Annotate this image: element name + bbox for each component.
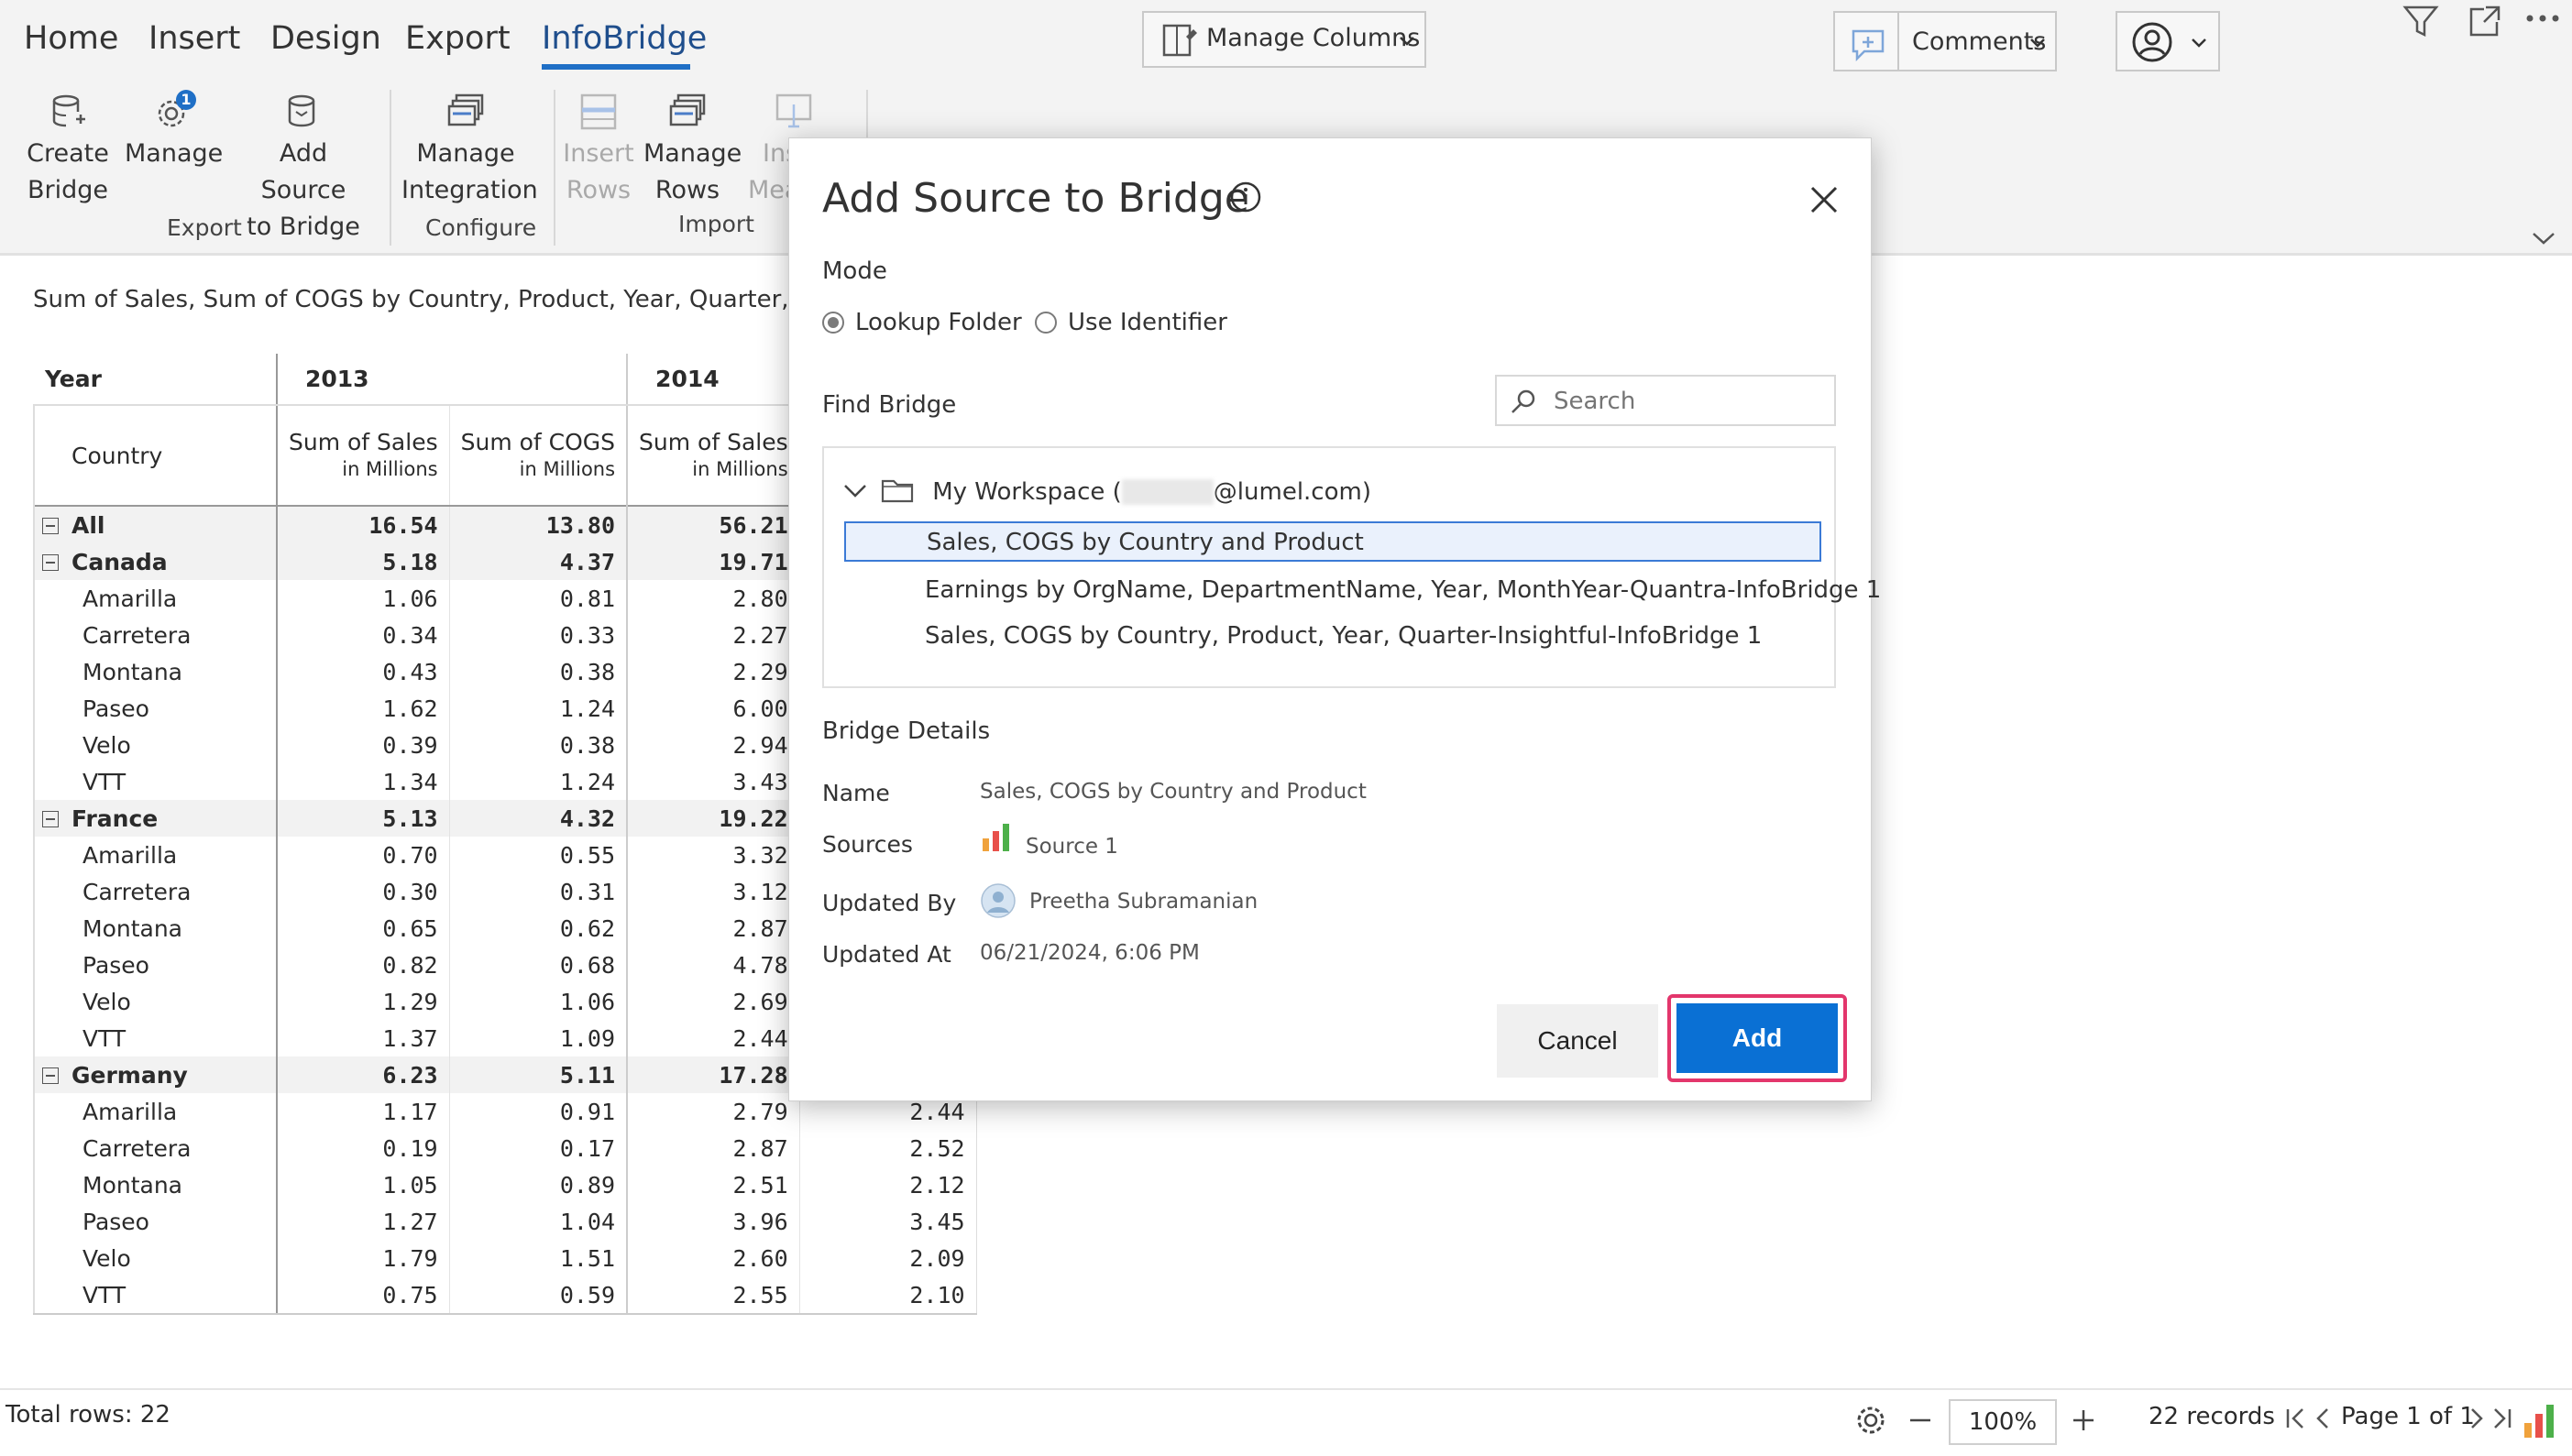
bridge-item-selected[interactable]: Sales, COGS by Country and Product bbox=[844, 521, 1821, 562]
radio-selected-icon bbox=[822, 312, 844, 334]
detail-name-label: Name bbox=[822, 780, 890, 806]
source-chart-icon bbox=[983, 824, 1009, 851]
bridge-item[interactable]: Earnings by OrgName, DepartmentName, Yea… bbox=[844, 567, 1881, 613]
detail-updated-by-value: Preetha Subramanian bbox=[1029, 890, 1259, 914]
zoom-out-icon[interactable] bbox=[1908, 1418, 1932, 1423]
detail-updated-at-label: Updated At bbox=[822, 941, 951, 968]
bridge-item[interactable]: Sales, COGS by Country, Product, Year, Q… bbox=[844, 613, 1821, 659]
bridge-item-label: Sales, COGS by Country, Product, Year, Q… bbox=[925, 622, 1763, 650]
zoom-level[interactable]: 100% bbox=[1949, 1399, 2057, 1445]
bridge-item-label: Sales, COGS by Country and Product bbox=[927, 529, 1364, 556]
previous-page-icon[interactable] bbox=[2314, 1407, 2332, 1430]
radio-unselected-icon bbox=[1035, 312, 1057, 334]
user-photo-icon bbox=[981, 883, 1016, 918]
dialog-title: Add Source to Bridge bbox=[822, 175, 1249, 222]
status-bar: Total rows: 22 100% 22 records Page 1 of… bbox=[0, 1388, 2572, 1456]
chevron-down-icon bbox=[844, 485, 866, 498]
add-source-dialog: Add Source to Bridge Mode Lookup Folder … bbox=[788, 137, 1881, 1101]
info-icon[interactable] bbox=[1229, 181, 1262, 213]
detail-updated-by-label: Updated By bbox=[822, 890, 957, 916]
radio-lookup-label: Lookup Folder bbox=[855, 309, 1022, 336]
page-indicator: Page 1 of 1 bbox=[2341, 1403, 2475, 1430]
radio-use-identifier[interactable]: Use Identifier bbox=[1035, 309, 1227, 336]
search-icon bbox=[1511, 389, 1535, 413]
bridge-tree: My Workspace ( @lumel.com) Sales, COGS by… bbox=[822, 446, 1881, 688]
search-box[interactable] bbox=[1495, 375, 1836, 426]
detail-name-value: Sales, COGS by Country and Product bbox=[980, 780, 1367, 804]
radio-lookup-folder[interactable]: Lookup Folder bbox=[822, 309, 1022, 336]
folder-icon bbox=[881, 479, 914, 503]
workspace-prefix: My Workspace ( bbox=[932, 478, 1122, 506]
record-count: 22 records bbox=[2149, 1403, 2275, 1430]
dialog-overlay: Add Source to Bridge Mode Lookup Folder … bbox=[0, 0, 2572, 1454]
mode-label: Mode bbox=[822, 257, 887, 285]
last-page-icon[interactable] bbox=[2490, 1407, 2513, 1430]
detail-sources-value: Source 1 bbox=[1026, 835, 1118, 859]
cancel-button[interactable]: Cancel bbox=[1497, 1004, 1658, 1078]
redacted-email bbox=[1121, 479, 1214, 505]
find-bridge-label: Find Bridge bbox=[822, 391, 957, 419]
search-input[interactable] bbox=[1552, 384, 1821, 419]
bridge-details-label: Bridge Details bbox=[822, 717, 991, 745]
detail-sources-label: Sources bbox=[822, 831, 913, 858]
total-rows: Total rows: 22 bbox=[5, 1401, 170, 1429]
gear-icon[interactable] bbox=[1853, 1403, 1888, 1438]
radio-identifier-label: Use Identifier bbox=[1068, 309, 1227, 336]
next-page-icon[interactable] bbox=[2468, 1407, 2486, 1430]
detail-updated-at-value: 06/21/2024, 6:06 PM bbox=[980, 941, 1200, 965]
add-button[interactable]: Add bbox=[1676, 1003, 1838, 1073]
zoom-in-icon[interactable] bbox=[2072, 1408, 2095, 1432]
close-icon[interactable] bbox=[1808, 184, 1840, 215]
app-logo-icon bbox=[2524, 1405, 2554, 1438]
first-page-icon[interactable] bbox=[2284, 1407, 2308, 1430]
workspace-node[interactable]: My Workspace ( @lumel.com) bbox=[842, 476, 1371, 506]
workspace-suffix: @lumel.com) bbox=[1213, 478, 1371, 506]
bridge-item-label: Earnings by OrgName, DepartmentName, Yea… bbox=[925, 576, 1882, 604]
